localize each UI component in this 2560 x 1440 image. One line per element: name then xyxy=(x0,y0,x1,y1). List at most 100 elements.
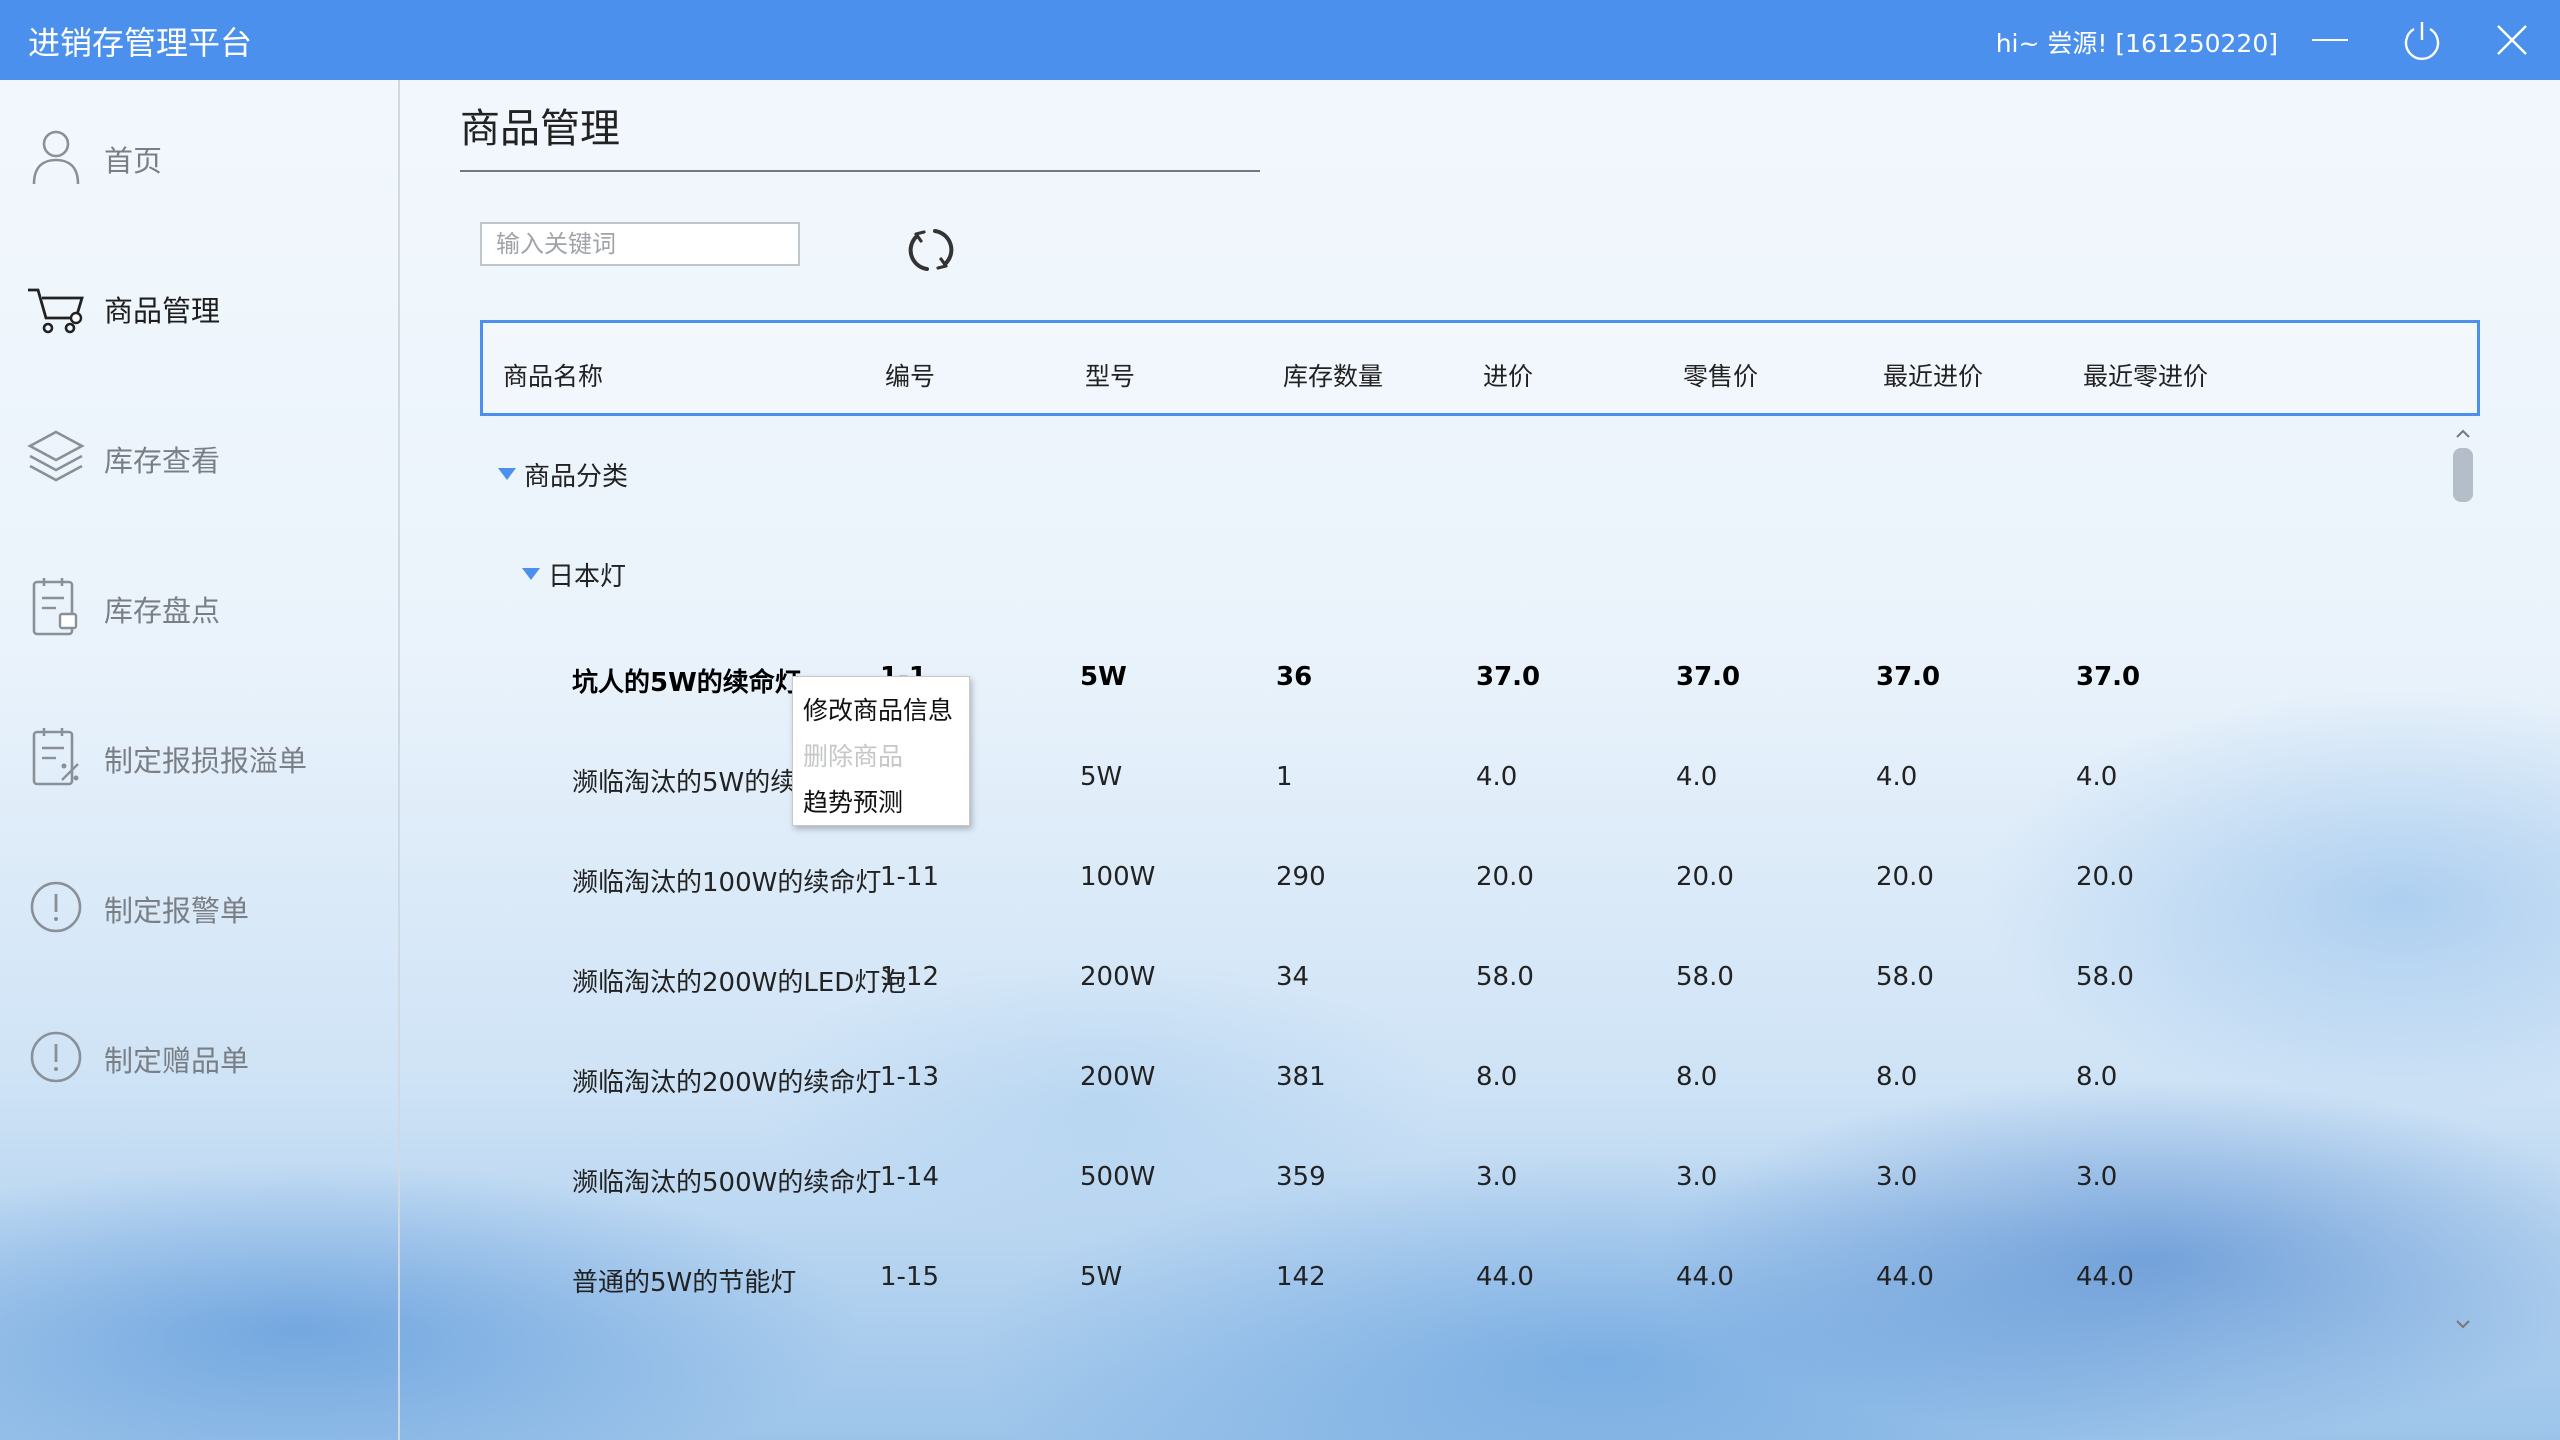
scroll-up-icon[interactable] xyxy=(2450,424,2476,444)
tree-node-root[interactable]: 商品分类 xyxy=(496,452,896,512)
cell-stock: 34 xyxy=(1276,962,1310,992)
table-row[interactable]: 坑人的5W的续命灯 1-1 5W 36 37.0 37.0 37.0 37.0 xyxy=(480,652,2440,712)
column-header[interactable]: 最近进价 xyxy=(1883,357,1983,393)
checklist-icon xyxy=(32,578,78,636)
cell-recent-retail: 37.0 xyxy=(2076,662,2141,692)
sidebar-item-label: 制定报损报溢单 xyxy=(104,744,308,778)
menu-item-edit-goods[interactable]: 修改商品信息 xyxy=(803,691,953,727)
cell-retail: 20.0 xyxy=(1676,862,1734,892)
table-header: 商品名称 编号 型号 库存数量 进价 零售价 最近进价 最近零进价 xyxy=(480,320,2480,416)
app-title: 进销存管理平台 xyxy=(28,24,253,62)
cell-recent-retail: 20.0 xyxy=(2076,862,2134,892)
cart-icon xyxy=(28,288,84,334)
cell-cost: 58.0 xyxy=(1476,962,1534,992)
logout-button[interactable] xyxy=(2398,16,2446,64)
scroll-down-icon[interactable] xyxy=(2450,1314,2476,1334)
tree-node-category[interactable]: 日本灯 xyxy=(520,552,920,612)
sidebar-item-alarm-report[interactable]: 制定报警单 xyxy=(0,852,398,962)
cell-cost: 3.0 xyxy=(1476,1162,1518,1192)
scrollbar-thumb[interactable] xyxy=(2453,448,2473,502)
report-icon xyxy=(32,728,79,786)
sidebar-item-goods[interactable]: 商品管理 xyxy=(0,252,398,362)
column-header[interactable]: 进价 xyxy=(1483,357,1533,393)
column-header[interactable]: 商品名称 xyxy=(503,357,603,393)
cell-model: 200W xyxy=(1080,962,1156,992)
sidebar-item-stock-view[interactable]: 库存查看 xyxy=(0,402,398,512)
title-divider xyxy=(460,170,1260,172)
table-row[interactable]: 普通的5W的节能灯 1-15 5W 142 44.0 44.0 44.0 44.… xyxy=(480,1252,2440,1312)
menu-item-trend-forecast[interactable]: 趋势预测 xyxy=(803,783,903,819)
cell-model: 5W xyxy=(1080,1262,1123,1292)
sidebar-item-gift-report[interactable]: 制定赠品单 xyxy=(0,1002,398,1112)
minimize-button[interactable] xyxy=(2306,16,2354,64)
expand-arrow-icon[interactable] xyxy=(496,464,518,484)
cell-stock: 290 xyxy=(1276,862,1326,892)
cell-name: 濒临淘汰的500W的续命灯 xyxy=(572,1168,882,1198)
column-header[interactable]: 零售价 xyxy=(1683,357,1758,393)
layers-icon xyxy=(27,430,85,482)
cell-recent-cost: 4.0 xyxy=(1876,762,1918,792)
column-header[interactable]: 型号 xyxy=(1085,357,1135,393)
cell-recent-retail: 44.0 xyxy=(2076,1262,2134,1292)
cell-model: 5W xyxy=(1080,662,1127,692)
cell-name: 濒临淘汰的200W的续命灯 xyxy=(572,1068,882,1098)
cell-cost: 4.0 xyxy=(1476,762,1518,792)
alert-icon xyxy=(30,1031,82,1083)
cell-recent-cost: 58.0 xyxy=(1876,962,1934,992)
cell-name: 濒临淘汰的200W的LED灯泡 xyxy=(572,968,907,998)
minimize-icon xyxy=(2312,39,2348,41)
sidebar-item-loss-report[interactable]: 制定报损报溢单 xyxy=(0,702,398,812)
sidebar-item-label: 商品管理 xyxy=(104,294,221,328)
cell-stock: 36 xyxy=(1276,662,1313,692)
tree-node-label: 日本灯 xyxy=(548,562,627,592)
power-icon xyxy=(2404,22,2440,61)
cell-id: 1-11 xyxy=(880,862,940,892)
cell-retail: 3.0 xyxy=(1676,1162,1718,1192)
column-header[interactable]: 库存数量 xyxy=(1283,357,1383,393)
sidebar-item-label: 库存查看 xyxy=(104,444,221,478)
cell-retail: 37.0 xyxy=(1676,662,1741,692)
cell-model: 5W xyxy=(1080,762,1123,792)
cell-recent-cost: 37.0 xyxy=(1876,662,1941,692)
cell-recent-retail: 8.0 xyxy=(2076,1062,2118,1092)
close-button[interactable] xyxy=(2488,16,2536,64)
cell-recent-retail: 3.0 xyxy=(2076,1162,2118,1192)
title-bar: 进销存管理平台 hi~ 尝源! [161250220] xyxy=(0,0,2560,80)
table-row[interactable]: 濒临淘汰的200W的续命灯 1-13 200W 381 8.0 8.0 8.0 … xyxy=(480,1052,2440,1112)
cell-stock: 381 xyxy=(1276,1062,1326,1092)
tree-node-label: 商品分类 xyxy=(524,462,629,492)
table-row[interactable]: 濒临淘汰的200W的LED灯泡 1-12 200W 34 58.0 58.0 5… xyxy=(480,952,2440,1012)
user-icon xyxy=(32,130,80,185)
sidebar-item-home[interactable]: 首页 xyxy=(0,102,398,212)
cell-model: 100W xyxy=(1080,862,1156,892)
cell-id: 1-15 xyxy=(880,1262,940,1292)
refresh-icon xyxy=(908,229,954,271)
context-menu: 修改商品信息 删除商品 趋势预测 xyxy=(792,676,970,826)
search-input[interactable] xyxy=(480,222,800,266)
sidebar-item-stock-check[interactable]: 库存盘点 xyxy=(0,552,398,662)
cell-recent-cost: 3.0 xyxy=(1876,1162,1918,1192)
cell-recent-retail: 4.0 xyxy=(2076,762,2118,792)
cell-stock: 359 xyxy=(1276,1162,1326,1192)
table-row[interactable]: 濒临淘汰的100W的续命灯 1-11 100W 290 20.0 20.0 20… xyxy=(480,852,2440,912)
cell-stock: 1 xyxy=(1276,762,1293,792)
column-header[interactable]: 编号 xyxy=(885,357,935,393)
cell-id: 1-14 xyxy=(880,1162,940,1192)
sidebar-item-label: 库存盘点 xyxy=(104,594,221,628)
expand-arrow-icon[interactable] xyxy=(520,564,542,584)
table-row[interactable]: 濒临淘汰的500W的续命灯 1-14 500W 359 3.0 3.0 3.0 … xyxy=(480,1152,2440,1212)
cell-recent-cost: 8.0 xyxy=(1876,1062,1918,1092)
user-greeting: hi~ 尝源! [161250220] xyxy=(1995,29,2278,58)
cell-name: 坑人的5W的续命灯 xyxy=(572,668,801,698)
table-row[interactable]: 濒临淘汰的5W的续命灯 1-10 5W 1 4.0 4.0 4.0 4.0 xyxy=(480,752,2440,812)
cell-id: 1-12 xyxy=(880,962,940,992)
page-title: 商品管理 xyxy=(460,106,620,152)
cell-id: 1-13 xyxy=(880,1062,940,1092)
refresh-button[interactable] xyxy=(905,224,957,276)
cell-retail: 44.0 xyxy=(1676,1262,1734,1292)
cell-stock: 142 xyxy=(1276,1262,1326,1292)
menu-item-delete-goods: 删除商品 xyxy=(803,742,904,771)
sidebar-item-label: 制定赠品单 xyxy=(104,1044,250,1078)
alert-icon xyxy=(30,881,82,933)
column-header[interactable]: 最近零进价 xyxy=(2083,357,2208,393)
